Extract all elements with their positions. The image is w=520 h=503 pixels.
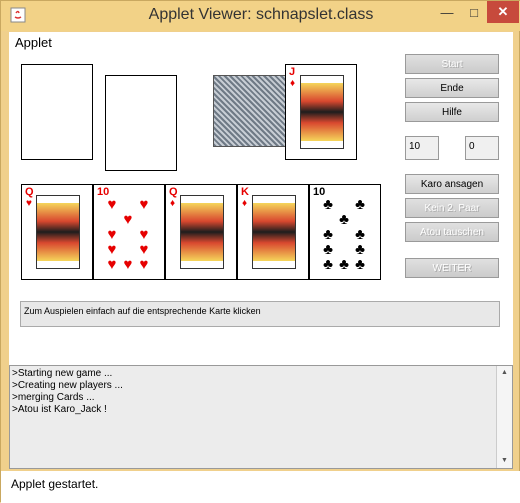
- atou-card-rank: J: [289, 66, 296, 78]
- jack-face-art: [300, 75, 344, 149]
- hand-card-1[interactable]: Q ♥: [21, 184, 93, 280]
- scroll-up-arrow-icon[interactable]: ▲: [497, 366, 512, 380]
- heart-pips: ♥ ♥ ♥ ♥ ♥ ♥ ♥ ♥ ♥ ♥: [107, 196, 149, 273]
- hand-card-3[interactable]: Q ♦: [165, 184, 237, 280]
- played-card-slot-left[interactable]: [21, 64, 93, 160]
- hand-card-2[interactable]: 10 ♥ ♥ ♥ ♥ ♥ ♥ ♥ ♥ ♥ ♥: [93, 184, 165, 280]
- karo-ansagen-button[interactable]: Karo ansagen: [405, 174, 499, 194]
- applet-status-text: Applet gestartet.: [11, 477, 99, 491]
- hilfe-button[interactable]: Hilfe: [405, 102, 499, 122]
- queen-face-art: [180, 195, 224, 269]
- game-status-field[interactable]: Zum Auspielen einfach auf die entspreche…: [20, 301, 500, 327]
- applet-viewer-window: Applet Viewer: schnapslet.class — □ ✕ Ap…: [0, 0, 520, 503]
- queen-face-art: [36, 195, 80, 269]
- hand-card-5[interactable]: 10 ♣ ♣ ♣ ♣ ♣ ♣ ♣ ♣ ♣ ♣: [309, 184, 381, 280]
- hand-card-3-suit: ♦: [170, 198, 176, 209]
- applet-status-bar: Applet gestartet.: [1, 471, 520, 503]
- atou-card[interactable]: J ♦: [285, 64, 357, 160]
- hand-card-1-suit: ♥: [26, 198, 32, 209]
- hand-card-3-rank: Q: [169, 186, 178, 198]
- atou-tauschen-button[interactable]: Atou tauschen: [405, 222, 499, 242]
- club-pips: ♣ ♣ ♣ ♣ ♣ ♣ ♣ ♣ ♣ ♣: [323, 196, 365, 273]
- hand-card-4[interactable]: K ♦: [237, 184, 309, 280]
- console-text: >Starting new game ... >Creating new pla…: [12, 368, 123, 415]
- start-button[interactable]: Start: [405, 54, 499, 74]
- played-card-slot-right[interactable]: [105, 75, 177, 171]
- minimize-button[interactable]: —: [433, 1, 461, 23]
- ende-button[interactable]: Ende: [405, 78, 499, 98]
- hand-card-1-rank: Q: [25, 186, 34, 198]
- scroll-down-arrow-icon[interactable]: ▼: [497, 454, 512, 468]
- computer-score-field[interactable]: 0: [465, 136, 499, 160]
- hand-card-4-rank: K: [241, 186, 249, 198]
- atou-card-suit: ♦: [290, 78, 296, 89]
- console-textarea[interactable]: >Starting new game ... >Creating new pla…: [9, 365, 513, 469]
- menu-applet[interactable]: Applet: [15, 35, 52, 50]
- menu-bar: Applet: [9, 32, 513, 52]
- king-face-art: [252, 195, 296, 269]
- kein-paar-button[interactable]: Kein 2. Paar: [405, 198, 499, 218]
- maximize-button[interactable]: □: [461, 1, 487, 23]
- hand-card-4-suit: ♦: [242, 198, 248, 209]
- close-button[interactable]: ✕: [487, 1, 519, 23]
- console-scrollbar[interactable]: ▲ ▼: [496, 366, 512, 468]
- title-bar: Applet Viewer: schnapslet.class — □ ✕: [1, 1, 520, 31]
- weiter-button[interactable]: WEITER: [405, 258, 499, 278]
- player-score-field[interactable]: 10: [405, 136, 439, 160]
